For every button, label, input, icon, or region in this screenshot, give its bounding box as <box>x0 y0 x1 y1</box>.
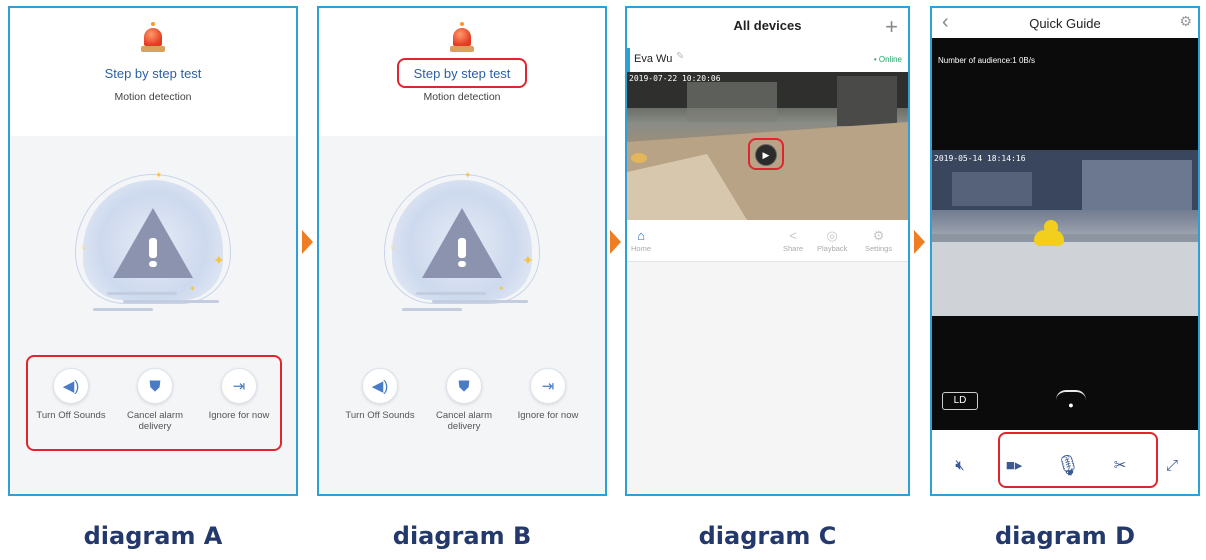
drop-icon: ● <box>1068 400 1074 410</box>
device-bar[interactable]: Eva Wu ✎ • Online <box>627 48 908 72</box>
ptz-indicator[interactable]: ● <box>1056 390 1086 414</box>
page-title: Quick Guide <box>1029 16 1101 31</box>
mute-icon[interactable]: 🔇︎ <box>946 452 974 480</box>
page-title: All devices <box>733 18 802 33</box>
shield-icon: ⛊ <box>446 368 482 404</box>
speaker-icon: ◀︎) <box>362 368 398 404</box>
title-highlight-box <box>397 58 527 88</box>
share-icon: < <box>789 228 797 243</box>
video-timestamp: 2019-05-14 18:14:16 <box>934 154 1026 163</box>
caption-diagram-d: diagram D <box>994 522 1136 550</box>
caption-diagram-b: diagram B <box>392 522 532 550</box>
camera-live-video[interactable]: 2019-05-14 18:14:16 <box>932 150 1198 316</box>
panel-diagram-c: All devices + Eva Wu ✎ • Online 2019-07-… <box>625 6 910 496</box>
guide-header: ‹ Quick Guide ⚙ <box>932 8 1198 38</box>
arrow-a-to-b <box>302 230 313 254</box>
siren-icon <box>141 22 165 52</box>
share-button[interactable]: < Share <box>783 228 803 253</box>
online-status: • Online <box>873 55 902 64</box>
gear-icon[interactable]: ⚙ <box>1179 13 1192 30</box>
home-button[interactable]: ⌂ Home <box>631 228 651 253</box>
fullscreen-icon[interactable]: ⤢ <box>1158 452 1186 480</box>
play-highlight-box <box>748 138 784 170</box>
playback-icon: ◎ <box>826 228 838 243</box>
motion-detection-label: Motion detection <box>423 91 501 103</box>
exit-icon: ⇥ <box>530 368 566 404</box>
arrow-c-to-d <box>914 230 925 254</box>
edit-name-icon[interactable]: ✎ <box>676 51 684 62</box>
live-view: Number of audience:1 0B/s 2019-05-14 18:… <box>932 38 1198 430</box>
settings-button[interactable]: ⚙ Settings <box>865 228 892 253</box>
playback-button[interactable]: ◎ Playback <box>817 228 847 253</box>
arrow-b-to-c <box>610 230 621 254</box>
actions-highlight-box <box>26 355 282 451</box>
device-actions-bar: ⌂ Home < Share ◎ Playback ⚙ Settings <box>627 222 908 262</box>
alert-illustration: ✦ ✦ ○ ✦ <box>63 170 243 330</box>
panel-diagram-d: ‹ Quick Guide ⚙ Number of audience:1 0B/… <box>930 6 1200 496</box>
siren-icon <box>450 22 474 52</box>
empty-list-area <box>627 262 908 494</box>
alert-illustration: ✦ ✦ ○ ✦ <box>372 170 552 330</box>
panel-diagram-b: Step by step test Motion detection ✦ ✦ ○… <box>317 6 607 496</box>
panel-diagram-a: Step by step test Motion detection ✦ ✦ ○… <box>8 6 298 496</box>
add-device-icon[interactable]: + <box>885 14 898 40</box>
step-title: Step by step test <box>104 66 202 81</box>
turn-off-sounds-button[interactable]: ◀︎) Turn Off Sounds <box>335 368 425 421</box>
video-timestamp: 2019-07-22 10:20:06 <box>629 74 721 83</box>
audience-info: Number of audience:1 0B/s <box>938 56 1035 65</box>
rubber-duck <box>1034 220 1064 246</box>
quality-toggle-button[interactable]: LD <box>942 392 978 410</box>
alarm-header: Step by step test Motion detection <box>10 8 296 136</box>
devices-header: All devices + <box>627 8 908 46</box>
alarm-actions: ◀︎) Turn Off Sounds ⛊ Cancel alarm deliv… <box>319 368 605 448</box>
ignore-for-now-button[interactable]: ⇥ Ignore for now <box>503 368 593 421</box>
office-scene <box>932 150 1198 316</box>
controls-highlight-box <box>998 432 1158 488</box>
caption-diagram-a: diagram A <box>83 522 223 550</box>
caption-diagram-c: diagram C <box>698 522 837 550</box>
home-icon: ⌂ <box>637 228 645 243</box>
cancel-alarm-delivery-button[interactable]: ⛊ Cancel alarm delivery <box>419 368 509 432</box>
motion-detection-label: Motion detection <box>114 91 192 103</box>
gear-icon: ⚙ <box>872 228 885 243</box>
device-name: Eva Wu <box>634 53 673 65</box>
